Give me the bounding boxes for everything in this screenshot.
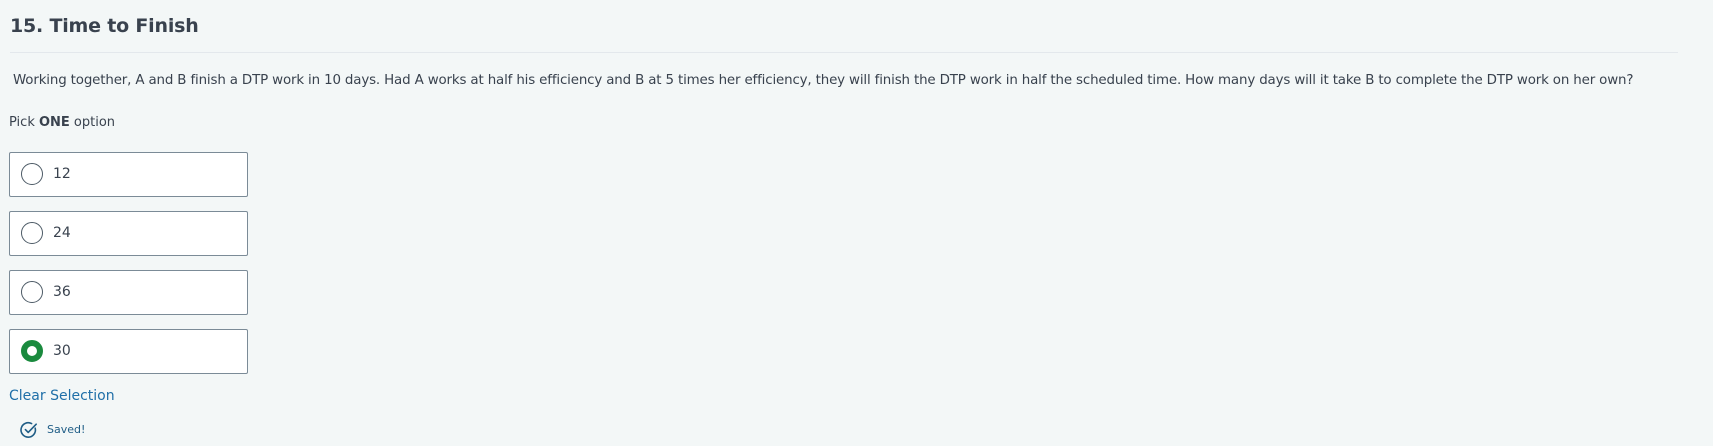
instruction-suffix: option bbox=[69, 115, 116, 130]
instruction-emphasis: ONE bbox=[38, 115, 70, 130]
radio-button[interactable] bbox=[21, 163, 43, 185]
options-list: 12 24 36 30 bbox=[9, 152, 248, 388]
question-title: 15. Time to Finish bbox=[10, 15, 199, 37]
clear-selection-link[interactable]: Clear Selection bbox=[9, 388, 115, 404]
option-24[interactable]: 24 bbox=[9, 211, 248, 256]
option-label: 30 bbox=[53, 343, 71, 359]
question-text: Working together, A and B finish a DTP w… bbox=[13, 73, 1634, 88]
radio-button-selected[interactable] bbox=[21, 340, 43, 362]
instruction-text: Pick ONE option bbox=[9, 115, 115, 130]
option-12[interactable]: 12 bbox=[9, 152, 248, 197]
radio-button[interactable] bbox=[21, 281, 43, 303]
instruction-prefix: Pick bbox=[9, 115, 39, 130]
radio-button[interactable] bbox=[21, 222, 43, 244]
option-label: 12 bbox=[53, 166, 71, 182]
saved-label: Saved! bbox=[47, 423, 86, 436]
option-36[interactable]: 36 bbox=[9, 270, 248, 315]
option-label: 36 bbox=[53, 284, 71, 300]
option-label: 24 bbox=[53, 225, 71, 241]
question-header: 15. Time to Finish bbox=[10, 0, 1678, 53]
option-30[interactable]: 30 bbox=[9, 329, 248, 374]
check-circle-icon bbox=[20, 422, 37, 438]
